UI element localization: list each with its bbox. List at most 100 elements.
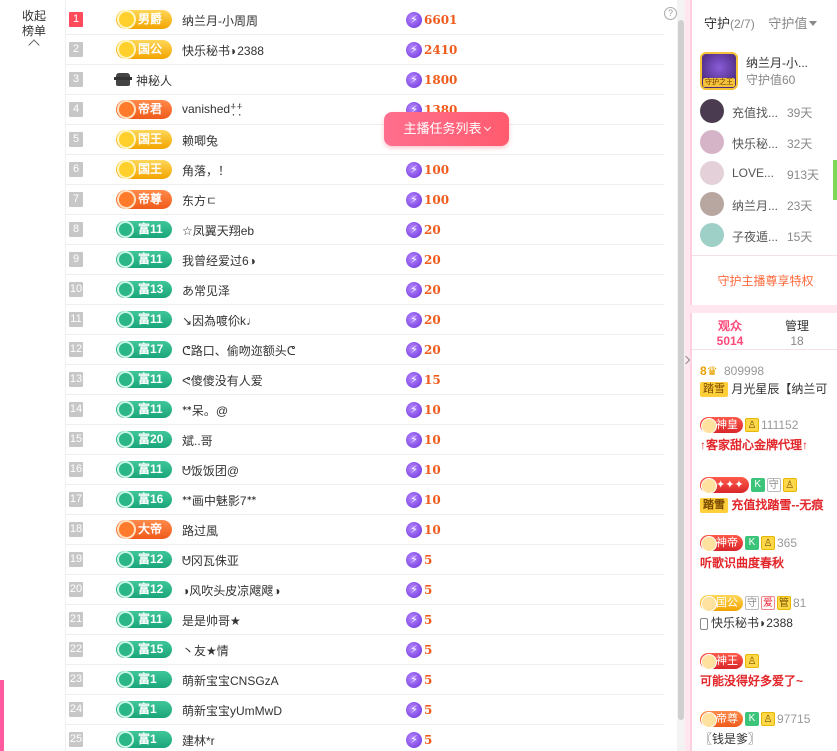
rank-row[interactable]: 6 国王 角落，！ ⚡ 100 [66, 155, 664, 185]
rank-badge-label: 男爵 [138, 12, 163, 26]
rank-user-name[interactable]: 萌新宝宝yUmMwD [182, 702, 282, 719]
lightning-icon: ⚡ [406, 432, 422, 448]
rank-row[interactable]: 16 富11 ᕰ饭饭团@ ⚡ 10 [66, 455, 664, 485]
rank-user-name[interactable]: ᕰ冈瓦侏亚 [182, 552, 239, 569]
rank-row[interactable]: 24 富1 萌新宝宝yUmMwD ⚡ 5 [66, 695, 664, 725]
guard-member[interactable]: 子夜遁... 15天 [700, 223, 837, 248]
rank-row[interactable]: 1 男爵 纳兰月-小周周 ⚡ 6601 [66, 5, 664, 35]
guard-member-days: 913天 [787, 168, 820, 182]
rank-row[interactable]: 25 富1 建林*r ⚡ 5 [66, 725, 664, 751]
rank-user-name[interactable]: 东方ㄷ [182, 192, 217, 209]
guard-member-name: 快乐秘... [732, 137, 779, 151]
rank-user-name[interactable]: ↘因為喥伱k♩ [182, 312, 258, 329]
chat-message[interactable]: 神王 ♙ 可能没得好多爱了~ [700, 653, 837, 689]
rank-row[interactable]: 8 富11 ☆凤翼天翔eb ⚡ 20 [66, 215, 664, 245]
rank-row[interactable]: 2 国公 快乐秘书◗2388 ⚡ 2410 [66, 35, 664, 65]
rank-row[interactable]: 15 富20 斌..哥 ⚡ 10 [66, 425, 664, 455]
scrollbar-thumb[interactable] [678, 20, 684, 720]
chat-message[interactable]: 帝尊 K ♙ 97715 〖钱是爹〗 [700, 711, 837, 747]
chat-message[interactable]: 国公守爱管 81 快乐秘书◗2388 [700, 595, 837, 631]
task-button-label: 主播任务列表 [403, 121, 482, 136]
rank-user-name[interactable]: 纳兰月-小周周 [182, 12, 258, 29]
guard-privilege-link[interactable]: 守护主播尊享特权 [692, 272, 837, 289]
rank-user-name[interactable]: ᕰ饭饭团@ [182, 462, 239, 479]
tab-audience[interactable]: 观众 5014 [702, 319, 758, 349]
rank-user-name[interactable]: 我曾经爱过6◑ [182, 252, 256, 269]
lightning-icon: ⚡ [406, 252, 422, 268]
rank-score-value: 5 [424, 553, 433, 567]
rank-score-value: 20 [424, 283, 441, 297]
collapse-list-button[interactable]: 收起 榜单 [18, 9, 50, 51]
rank-user-name[interactable]: 萌新宝宝CNSGzA [182, 672, 279, 689]
guard-king-badge: 守护之王 [703, 78, 735, 87]
avatar [700, 130, 724, 154]
guard-member[interactable]: 充值找... 39天 [700, 99, 837, 124]
rank-badge-label: 国公 [138, 42, 163, 56]
avatar: 守护之王 [700, 52, 738, 90]
chat-message[interactable]: 神皇 ♙ 111152 ↑客家甜心金牌代理↑ [700, 417, 837, 453]
guard-top-member[interactable]: 守护之王 纳兰月-小... 守护值60 [700, 52, 837, 92]
rank-user-name[interactable]: ◑风吹头皮凉飕飕◑ [182, 582, 281, 599]
tab-guard-value-label: 守护值 [768, 16, 808, 31]
msg2-level-badge: 神皇 [700, 417, 743, 434]
rank-user-name[interactable]: 角落，！ [182, 162, 230, 179]
msg7-uid: 97715 [777, 712, 811, 726]
chat-message[interactable]: 神帝 K ♙ 365 听歌识曲度春秋 [700, 535, 837, 571]
rank-user-name[interactable]: 斌..哥 [182, 432, 213, 449]
rank-user-name[interactable]: 路过風 [182, 522, 218, 539]
rank-row[interactable]: 21 富11 是是帅哥★ ⚡ 5 [66, 605, 664, 635]
help-icon[interactable]: ? [664, 7, 677, 20]
streamer-task-list-button[interactable]: 主播任务列表 [384, 112, 509, 146]
rank-level-badge: 富11 [116, 401, 172, 418]
rank-score-value: 10 [424, 433, 441, 447]
rank-score-value: 2410 [424, 43, 458, 57]
chat-message[interactable]: 8♛ 809998 踏雪 月光星辰【纳兰可 [700, 363, 837, 398]
rank-user-name[interactable]: ᕯ呆。@ [182, 402, 228, 419]
rank-user-name[interactable]: 神秘人 [136, 72, 172, 89]
rank-row[interactable]: 18 大帝 路过風 ⚡ 10 [66, 515, 664, 545]
guard-member[interactable]: LOVE... 913天 [700, 161, 837, 186]
guard-member[interactable]: 纳兰月... 23天 [700, 192, 837, 217]
lightning-icon: ⚡ [406, 162, 422, 178]
rank-row[interactable]: 3 神秘人 ⚡ 1800 [66, 65, 664, 95]
rank-row[interactable]: 4 帝君 vanished⁺̣̇⁺̣̇ ⚡ 1380 [66, 95, 664, 125]
rank-user-name[interactable]: 赖唧兔 [182, 132, 218, 149]
rank-score: ⚡ 5 [406, 642, 432, 659]
rank-row[interactable]: 17 富16 ᕯ画中魅影7ᕯ ⚡ 10 [66, 485, 664, 515]
rank-row[interactable]: 22 富15 丶友★情 ⚡ 5 [66, 635, 664, 665]
rank-row[interactable]: 12 富17 ᕦ路口、偷吻迩额头ᕦ ⚡ 20 [66, 335, 664, 365]
rank-score: ⚡ 1800 [406, 72, 457, 89]
rank-row[interactable]: 5 国王 赖唧兔 [66, 125, 664, 155]
guard-member[interactable]: 快乐秘... 32天 [700, 130, 837, 155]
rank-user-name[interactable]: ᕦ路口、偷吻迩额头ᕦ [182, 342, 296, 359]
rank-row[interactable]: 10 富13 あ常见泽 ⚡ 20 [66, 275, 664, 305]
rank-row[interactable]: 20 富12 ◑风吹头皮凉飕飕◑ ⚡ 5 [66, 575, 664, 605]
tab-guard-value[interactable]: 守护值 [768, 16, 818, 31]
rank-user-name[interactable]: 快乐秘书◗2388 [182, 42, 264, 59]
rank-row[interactable]: 13 富11 ᕙ傻傻没有人爱 ⚡ 15 [66, 365, 664, 395]
rank-row[interactable]: 7 帝尊 东方ㄷ ⚡ 100 [66, 185, 664, 215]
rank-user-name[interactable]: あ常见泽 [182, 282, 230, 299]
rank-row[interactable]: 19 富12 ᕰ冈瓦侏亚 ⚡ 5 [66, 545, 664, 575]
rank-user-name[interactable]: 是是帅哥★ [182, 612, 241, 629]
rank-user-name[interactable]: vanished⁺̣̇⁺̣̇ [182, 102, 243, 116]
rank-scrollbar[interactable] [677, 0, 685, 751]
rank-user-name[interactable]: ᕙ傻傻没有人爱 [182, 372, 263, 389]
rank-user-name[interactable]: 丶友★情 [182, 642, 229, 659]
rank-row[interactable]: 11 富11 ↘因為喥伱k♩ ⚡ 20 [66, 305, 664, 335]
rank-user-name[interactable]: ☆凤翼天翔eb [182, 222, 254, 239]
tab-guard[interactable]: 守护(2/7) [704, 16, 755, 31]
tab-management[interactable]: 管理 18 [772, 319, 822, 349]
chat-message[interactable]: ✦✦✦ K 守 ♙ 踏雪 充值找踏雪--无痕 [700, 477, 837, 514]
rank-row[interactable]: 14 富11 ᕯ呆。@ ⚡ 10 [66, 395, 664, 425]
rank-user-name[interactable]: ᕯ画中魅影7ᕯ [182, 492, 256, 509]
audience-panel: 观众 5014 管理 18 8♛ 809998 踏雪 月光星辰【纳兰可 神皇 ♙ 11… [690, 313, 837, 751]
msg4-k-tag: K [745, 536, 759, 550]
rank-user-name[interactable]: 建林*r [182, 732, 215, 749]
lightning-icon: ⚡ [406, 732, 422, 748]
rank-row[interactable]: 9 富11 我曾经爱过6◑ ⚡ 20 [66, 245, 664, 275]
rank-row[interactable]: 23 富1 萌新宝宝CNSGzA ⚡ 5 [66, 665, 664, 695]
badge-emblem-icon [117, 311, 134, 328]
rank-badge-label: 富11 [138, 462, 163, 476]
badge-emblem-icon [117, 371, 134, 388]
